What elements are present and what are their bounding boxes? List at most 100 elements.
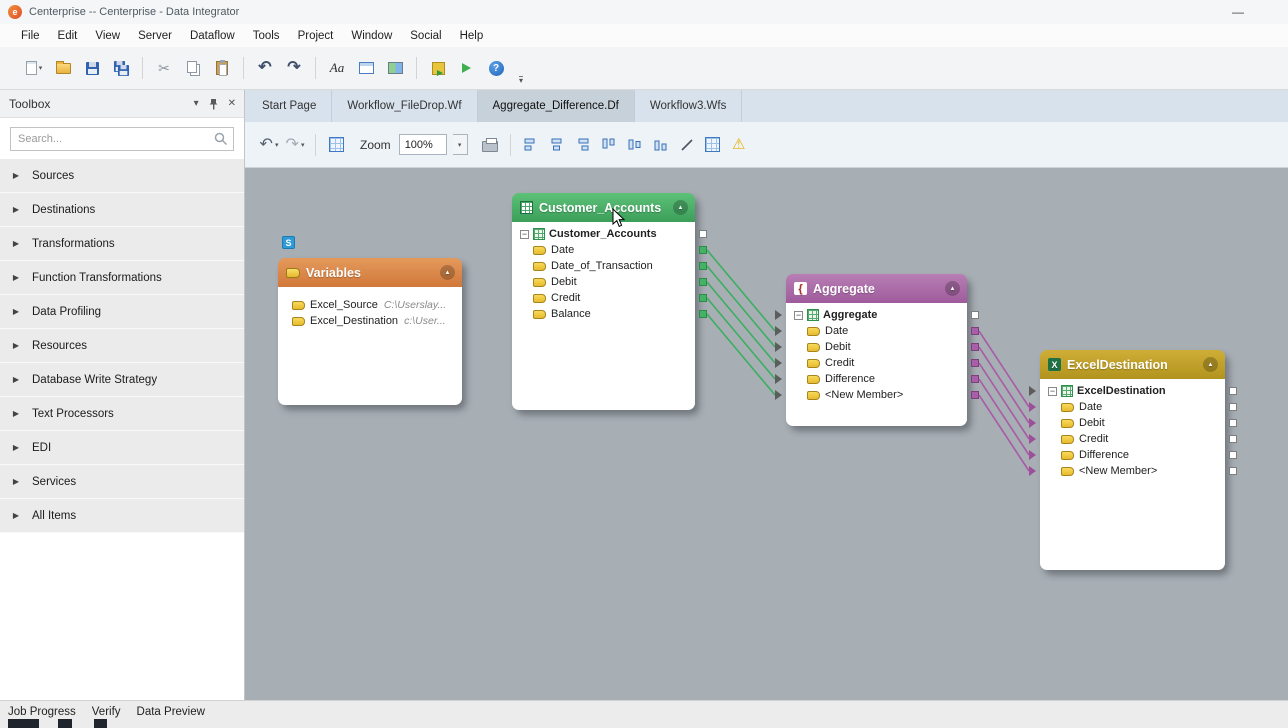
- dataflow-node-excel-destination[interactable]: X ExcelDestination ▲ − ExcelDestination …: [1040, 350, 1225, 570]
- connection-wire[interactable]: [979, 379, 1029, 455]
- grid-select-button[interactable]: [326, 133, 346, 157]
- dataflow-node-aggregate[interactable]: { Aggregate ▲ − Aggregate Date Debit Cre…: [786, 274, 967, 426]
- connection-wire[interactable]: [979, 331, 1029, 407]
- align-left-button[interactable]: [521, 133, 541, 157]
- toolbox-category-text-processors[interactable]: ▶Text Processors: [0, 397, 244, 431]
- tree-field-row[interactable]: Balance: [512, 306, 695, 322]
- tree-field-row[interactable]: <New Member>: [1040, 463, 1225, 479]
- tree-root-row[interactable]: − ExcelDestination: [1040, 383, 1225, 399]
- collapse-button[interactable]: ▲: [440, 265, 455, 280]
- tree-root-row[interactable]: − Aggregate: [786, 307, 967, 323]
- s-badge[interactable]: S: [282, 236, 295, 249]
- menu-server[interactable]: Server: [129, 30, 181, 42]
- input-port[interactable]: [775, 342, 787, 352]
- toolbox-category-resources[interactable]: ▶Resources: [0, 329, 244, 363]
- tab-start-page[interactable]: Start Page: [247, 90, 332, 122]
- panel-tab-data-preview[interactable]: Data Preview: [137, 701, 205, 728]
- connection-wire[interactable]: [979, 395, 1029, 471]
- undo-button[interactable]: ↶: [253, 56, 277, 80]
- collapse-button[interactable]: ▲: [945, 281, 960, 296]
- connection-wire[interactable]: [979, 347, 1029, 423]
- dataflow-node-customer-accounts[interactable]: Customer_Accounts ▲ − Customer_Accounts …: [512, 193, 695, 410]
- tree-field-row[interactable]: Difference: [786, 371, 967, 387]
- tree-field-row[interactable]: <New Member>: [786, 387, 967, 403]
- layout-panes-button[interactable]: [383, 56, 407, 80]
- output-port[interactable]: [971, 343, 979, 351]
- node-header[interactable]: Customer_Accounts ▲: [512, 193, 695, 222]
- draw-link-button[interactable]: [677, 133, 697, 157]
- save-all-button[interactable]: [109, 56, 133, 80]
- input-port[interactable]: [1029, 386, 1041, 396]
- run-dataflow-button[interactable]: [455, 56, 479, 80]
- connection-wire[interactable]: [707, 250, 775, 331]
- input-port[interactable]: [775, 374, 787, 384]
- form-designer-button[interactable]: [354, 56, 378, 80]
- variable-row[interactable]: Excel_Destination c:\User...: [278, 313, 462, 329]
- connection-wire[interactable]: [707, 314, 775, 395]
- output-port[interactable]: [699, 310, 707, 318]
- tab-workflow-filedrop[interactable]: Workflow_FileDrop.Wf: [332, 90, 477, 122]
- output-port[interactable]: [971, 391, 979, 399]
- menu-view[interactable]: View: [86, 30, 129, 42]
- menu-file[interactable]: File: [12, 30, 49, 42]
- copy-button[interactable]: [181, 56, 205, 80]
- font-button[interactable]: Aa: [325, 56, 349, 80]
- toolbox-category-services[interactable]: ▶Services: [0, 465, 244, 499]
- node-header[interactable]: X ExcelDestination ▲: [1040, 350, 1225, 379]
- output-port[interactable]: [699, 262, 707, 270]
- toolbox-category-transformations[interactable]: ▶Transformations: [0, 227, 244, 261]
- expander-icon[interactable]: −: [794, 311, 803, 320]
- output-port[interactable]: [1229, 467, 1237, 475]
- input-port[interactable]: [1029, 418, 1041, 428]
- toolbox-category-edi[interactable]: ▶EDI: [0, 431, 244, 465]
- canvas-redo-button[interactable]: ↷▾: [285, 133, 305, 157]
- align-bottom-button[interactable]: [651, 133, 671, 157]
- menu-tools[interactable]: Tools: [244, 30, 289, 42]
- pin-button[interactable]: [208, 98, 219, 110]
- output-port[interactable]: [1229, 435, 1237, 443]
- input-port[interactable]: [1029, 450, 1041, 460]
- menu-help[interactable]: Help: [451, 30, 493, 42]
- expander-icon[interactable]: −: [1048, 387, 1057, 396]
- connection-wire[interactable]: [707, 266, 775, 347]
- connection-wire[interactable]: [979, 363, 1029, 439]
- tab-aggregate-difference[interactable]: Aggregate_Difference.Df: [478, 90, 635, 122]
- verify-warnings-button[interactable]: ⚠: [729, 133, 749, 157]
- menu-project[interactable]: Project: [289, 30, 343, 42]
- align-middle-button[interactable]: [625, 133, 645, 157]
- tree-field-row[interactable]: Debit: [512, 274, 695, 290]
- redo-button[interactable]: ↷: [282, 56, 306, 80]
- output-port[interactable]: [1229, 403, 1237, 411]
- zoom-select[interactable]: 100%: [399, 134, 447, 155]
- toolbox-category-sources[interactable]: ▶Sources: [0, 159, 244, 193]
- tree-field-row[interactable]: Date: [512, 242, 695, 258]
- input-port[interactable]: [775, 390, 787, 400]
- align-right-button[interactable]: [573, 133, 593, 157]
- output-port[interactable]: [971, 311, 979, 319]
- toolbox-category-destinations[interactable]: ▶Destinations: [0, 193, 244, 227]
- input-port[interactable]: [775, 310, 787, 320]
- tree-field-row[interactable]: Difference: [1040, 447, 1225, 463]
- output-port[interactable]: [699, 230, 707, 238]
- node-header[interactable]: Variables ▲: [278, 258, 462, 287]
- toolbox-category-database-write-strategy[interactable]: ▶Database Write Strategy: [0, 363, 244, 397]
- print-button[interactable]: [480, 133, 500, 157]
- input-port[interactable]: [1029, 434, 1041, 444]
- toolbox-category-function-transformations[interactable]: ▶Function Transformations: [0, 261, 244, 295]
- tree-field-row[interactable]: Date_of_Transaction: [512, 258, 695, 274]
- tree-field-row[interactable]: Credit: [512, 290, 695, 306]
- menu-dataflow[interactable]: Dataflow: [181, 30, 244, 42]
- tree-field-row[interactable]: Credit: [786, 355, 967, 371]
- tree-field-row[interactable]: Date: [786, 323, 967, 339]
- zoom-dropdown-button[interactable]: ▾: [453, 134, 468, 155]
- input-port[interactable]: [775, 358, 787, 368]
- menu-edit[interactable]: Edit: [49, 30, 87, 42]
- auto-layout-button[interactable]: [703, 133, 723, 157]
- canvas-undo-button[interactable]: ↶▾: [259, 133, 279, 157]
- paste-button[interactable]: [210, 56, 234, 80]
- dataflow-node-variables[interactable]: Variables ▲ Excel_Source C:\Userslay... …: [278, 258, 462, 405]
- tree-field-row[interactable]: Debit: [786, 339, 967, 355]
- expander-icon[interactable]: −: [520, 230, 529, 239]
- input-port[interactable]: [1029, 466, 1041, 476]
- export-excel-button[interactable]: [426, 56, 450, 80]
